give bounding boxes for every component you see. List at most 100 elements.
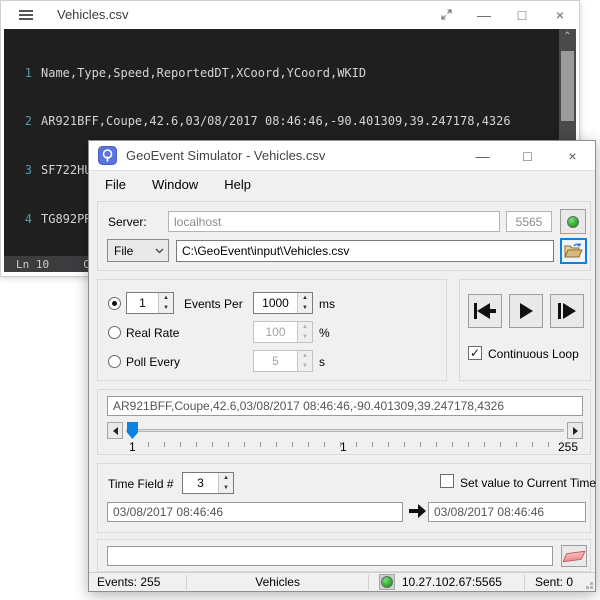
simulator-titlebar: GeoEvent Simulator - Vehicles.csv — □ × [89, 141, 595, 171]
csv-line: 1Name,Type,Speed,ReportedDT,XCoord,YCoor… [4, 65, 576, 81]
maximize-button[interactable]: □ [503, 1, 541, 28]
set-current-time-checkbox[interactable] [440, 474, 454, 488]
spin-down-icon[interactable]: ▼ [159, 303, 173, 313]
menu-icon[interactable] [19, 10, 33, 20]
maximize-button[interactable]: □ [505, 141, 550, 171]
csv-line: 2AR921BFF,Coupe,42.6,03/08/2017 08:46:46… [4, 113, 576, 129]
interval-spinner[interactable]: 1000 ▲▼ [253, 292, 313, 314]
connection-group: Server: localhost 5565 File C:\GeoEvent\… [97, 201, 591, 271]
editor-titlebar: Vehicles.csv — □ × [1, 1, 579, 28]
feed-name: Vehicles [187, 575, 367, 589]
simulator-title: GeoEvent Simulator - Vehicles.csv [126, 148, 325, 163]
time-field-group: Time Field # 3 ▲▼ Set value to Current T… [97, 463, 591, 533]
slider-max-label: 255 [558, 440, 578, 454]
current-event-display: AR921BFF,Coupe,42.6,03/08/2017 08:46:46,… [107, 396, 583, 416]
real-rate-radio[interactable] [108, 326, 121, 339]
slider-min-label: 1 [129, 440, 136, 454]
slider-thumb[interactable] [127, 422, 138, 439]
spin-up-icon[interactable]: ▲ [159, 293, 173, 303]
spin-down-icon: ▼ [298, 332, 312, 342]
expand-icon[interactable] [427, 1, 465, 28]
events-per-radio[interactable] [108, 297, 121, 310]
menu-file[interactable]: File [95, 174, 136, 195]
minimize-button[interactable]: — [465, 1, 503, 28]
endpoint-led-plate [379, 574, 395, 590]
skip-to-start-button[interactable] [468, 294, 502, 328]
time-field-label: Time Field # [108, 477, 174, 491]
play-button[interactable] [509, 294, 543, 328]
set-current-time-label: Set value to Current Time [460, 476, 596, 490]
events-count-spinner[interactable]: 1 ▲▼ [126, 292, 174, 314]
real-rate-label: Real Rate [126, 326, 179, 340]
port-input[interactable]: 5565 [506, 211, 552, 232]
spin-down-icon[interactable]: ▼ [298, 303, 312, 313]
slider-ticks [132, 442, 564, 447]
slider-current-label: 1 [340, 440, 347, 454]
line-indicator: Ln 10 [16, 258, 49, 271]
source-type-value: File [108, 244, 150, 258]
progress-group [97, 539, 591, 572]
poll-every-label: Poll Every [126, 355, 180, 369]
progress-bar [107, 546, 553, 566]
maps-to-arrow-icon [409, 504, 426, 518]
spin-down-icon[interactable]: ▼ [219, 483, 233, 493]
close-button[interactable]: × [550, 141, 595, 171]
endpoint-led-icon [381, 576, 393, 588]
poll-unit-label: s [319, 355, 325, 369]
real-rate-spinner: 100 ▲▼ [253, 321, 313, 343]
sent-time-display: 03/08/2017 08:46:46 [428, 502, 586, 522]
clear-button[interactable] [561, 545, 587, 567]
real-rate-unit-label: % [319, 326, 330, 340]
step-forward-icon [558, 303, 576, 319]
slider-track[interactable] [126, 429, 564, 432]
menubar: File Window Help [89, 171, 595, 197]
open-folder-icon [564, 243, 583, 259]
simulator-statusbar: Events: 255 Vehicles 10.27.102.67:5565 S… [89, 572, 595, 591]
interval-unit-label: ms [319, 297, 335, 311]
source-type-select[interactable]: File [107, 239, 169, 262]
time-field-spinner[interactable]: 3 ▲▼ [182, 472, 234, 494]
spin-up-icon[interactable]: ▲ [298, 293, 312, 303]
arrow-left-icon [113, 427, 118, 435]
eraser-icon [562, 550, 585, 561]
close-button[interactable]: × [541, 1, 579, 28]
step-forward-button[interactable] [550, 294, 584, 328]
spin-up-icon[interactable]: ▲ [219, 473, 233, 483]
poll-every-radio[interactable] [108, 355, 121, 368]
arrow-right-icon [573, 427, 578, 435]
geoevent-simulator-window: GeoEvent Simulator - Vehicles.csv — □ × … [88, 140, 596, 592]
event-group: AR921BFF,Coupe,42.6,03/08/2017 08:46:46,… [97, 389, 591, 455]
scroll-up-icon[interactable]: ⌃ [559, 31, 576, 42]
poll-spinner: 5 ▲▼ [253, 350, 313, 372]
resize-grip[interactable] [590, 586, 593, 589]
skip-to-start-icon [474, 303, 496, 319]
rate-group: 1 ▲▼ Events Per 1000 ▲▼ ms Real Rate 100… [97, 279, 447, 381]
editor-title: Vehicles.csv [57, 7, 129, 22]
chevron-down-icon [150, 248, 168, 254]
slider-right-button[interactable] [567, 422, 583, 439]
events-count: Events: 255 [97, 575, 160, 589]
server-label: Server: [108, 215, 147, 229]
file-path-input[interactable]: C:\GeoEvent\input\Vehicles.csv [176, 240, 554, 262]
browse-file-button[interactable] [560, 238, 587, 264]
events-per-label: Events Per [184, 297, 243, 311]
minimize-button[interactable]: — [460, 141, 505, 171]
spin-down-icon: ▼ [298, 361, 312, 371]
server-input[interactable]: localhost [168, 211, 500, 232]
sent-count: Sent: 0 [535, 575, 573, 589]
event-time-display: 03/08/2017 08:46:46 [107, 502, 403, 522]
connection-led-icon [567, 216, 579, 228]
menu-help[interactable]: Help [214, 174, 261, 195]
endpoint-address: 10.27.102.67:5565 [402, 575, 502, 589]
spin-up-icon: ▲ [298, 351, 312, 361]
continuous-loop-label: Continuous Loop [488, 347, 579, 361]
scrollbar-thumb[interactable] [561, 51, 574, 121]
play-icon [520, 303, 533, 319]
app-icon [98, 146, 117, 165]
spin-up-icon: ▲ [298, 322, 312, 332]
slider-left-button[interactable] [107, 422, 123, 439]
menu-window[interactable]: Window [142, 174, 208, 195]
playback-group: ✓ Continuous Loop [459, 279, 591, 381]
continuous-loop-checkbox[interactable]: ✓ [468, 346, 482, 360]
connect-button[interactable] [560, 209, 586, 234]
